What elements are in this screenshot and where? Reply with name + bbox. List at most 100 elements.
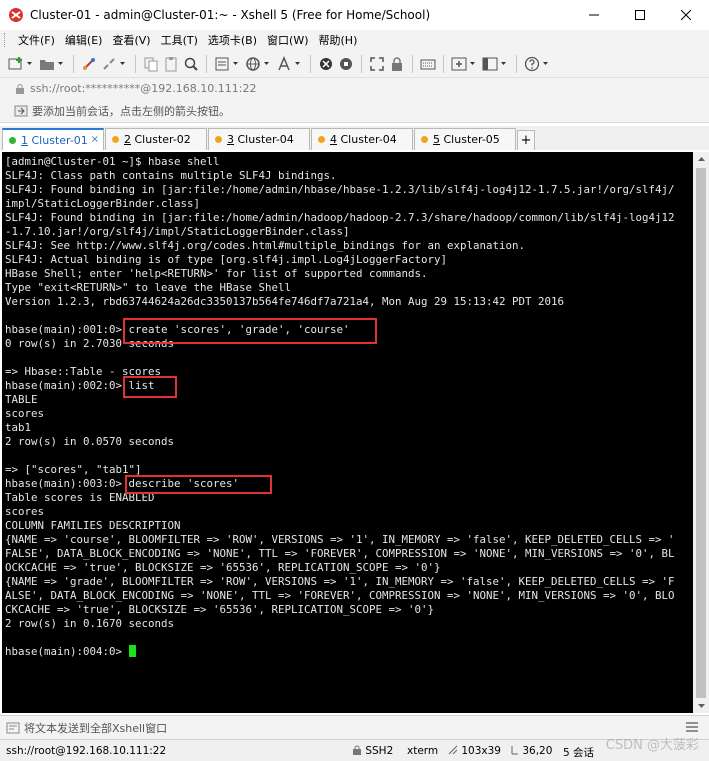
globe-dropdown[interactable] [263, 55, 270, 73]
menu-view[interactable]: 查看(V) [107, 32, 155, 48]
tab-cluster-05[interactable]: 5 Cluster-05 [414, 128, 516, 150]
minimize-icon [589, 14, 599, 16]
reconnect-button[interactable] [80, 55, 98, 73]
new-session-button[interactable] [7, 55, 25, 73]
toolbar-separator [443, 54, 444, 73]
properties-dropdown[interactable] [232, 55, 239, 73]
session-hint-text: 要添加当前会话，点击左侧的箭头按钮。 [32, 104, 230, 118]
menu-edit[interactable]: 编辑(E) [60, 32, 108, 48]
terminal-line: 2 row(s) in 0.0570 seconds [5, 435, 175, 448]
new-tab-button[interactable] [450, 55, 468, 73]
layout-button[interactable] [481, 55, 499, 73]
layout-dropdown[interactable] [500, 55, 507, 73]
properties-button[interactable] [213, 55, 231, 73]
terminal-line: OCKCACHE => 'true', BLOCKSIZE => '65536'… [5, 561, 441, 574]
tab-cluster-01[interactable]: 1 Cluster-01 × [2, 128, 104, 150]
lock-icon [16, 83, 24, 94]
open-button[interactable] [38, 55, 56, 73]
scroll-down-button[interactable] [693, 699, 709, 713]
new-session-dropdown[interactable] [26, 55, 33, 73]
status-dot-icon [215, 136, 222, 143]
disconnect-dropdown[interactable] [119, 55, 126, 73]
disconnect-button[interactable] [100, 55, 118, 73]
search-icon [184, 57, 198, 71]
toolbar-separator [310, 54, 311, 73]
font-button[interactable] [275, 55, 293, 73]
xshell-logo-icon [9, 8, 23, 22]
menu-file[interactable]: 文件(F) [13, 32, 60, 48]
terminal-line: tab1 [5, 421, 32, 434]
status-protocol: SSH2 [352, 745, 393, 757]
session-hint-bar: 要添加当前会话，点击左侧的箭头按钮。 [0, 99, 709, 123]
help-icon [524, 56, 540, 71]
new-tab-dropdown[interactable] [469, 55, 476, 73]
help-dropdown[interactable] [542, 55, 549, 73]
layout-icon [482, 57, 498, 70]
terminal-output[interactable]: [admin@Cluster-01 ~]$ hbase shell SLF4J: … [2, 152, 693, 713]
chevron-down-icon [295, 62, 300, 65]
tab-number: 1 [21, 133, 28, 147]
toolbar-separator [206, 54, 207, 73]
paste-button[interactable] [162, 55, 180, 73]
help-button[interactable] [523, 55, 541, 73]
toolbar-separator [135, 54, 136, 73]
terminal-line: scores [5, 505, 45, 518]
terminal-line: Version 1.2.3, rbd63744624a26dc3350137b5… [5, 295, 565, 308]
menu-bar: 文件(F) 编辑(E) 查看(V) 工具(T) 选项卡(B) 窗口(W) 帮助(… [0, 30, 709, 50]
close-button[interactable] [663, 0, 709, 30]
status-sessions: 5 会话 [563, 747, 595, 759]
menu-tools[interactable]: 工具(T) [156, 32, 203, 48]
terminal-line: {NAME => 'course', BLOOMFILTER => 'ROW',… [5, 533, 675, 546]
chevron-down-icon [264, 62, 269, 65]
highlight-list-command [123, 376, 177, 398]
terminal-line: -1.7.10.jar!/org/slf4j/impl/StaticLogger… [5, 225, 350, 238]
address-bar[interactable]: ssh://root:**********@192.168.10.111:22 [0, 77, 709, 99]
maximize-button[interactable] [617, 0, 663, 30]
resize-icon [448, 745, 458, 755]
fullscreen-button[interactable] [368, 55, 386, 73]
cursor-position-icon [511, 746, 518, 755]
lock-button[interactable] [388, 55, 406, 73]
hamburger-menu-icon[interactable] [685, 721, 699, 733]
watermark: CSDN @大菠彩 [605, 738, 699, 753]
tab-cluster-02[interactable]: 2 Cluster-02 [105, 128, 207, 150]
status-dot-icon [318, 136, 325, 143]
script-button[interactable] [337, 55, 355, 73]
add-tab-button[interactable]: + [517, 130, 535, 150]
terminal-line: 2 row(s) in 0.1670 seconds [5, 617, 175, 630]
menu-tab[interactable]: 选项卡(B) [203, 32, 262, 48]
globe-button[interactable] [244, 55, 262, 73]
scroll-up-button[interactable] [693, 152, 709, 166]
window-title: Cluster-01 - admin@Cluster-01:~ - Xshell… [30, 8, 431, 22]
font-dropdown[interactable] [294, 55, 301, 73]
terminal-line: SLF4J: Class path contains multiple SLF4… [5, 169, 337, 182]
toolbar-separator [412, 54, 413, 73]
tab-cluster-04-b[interactable]: 4 Cluster-04 [311, 128, 413, 150]
close-icon [681, 10, 691, 20]
menu-help[interactable]: 帮助(H) [314, 32, 363, 48]
terminal-scrollbar[interactable] [693, 152, 709, 713]
compose-bar[interactable]: 将文本发送到全部Xshell窗口 [0, 715, 709, 739]
scrollbar-thumb[interactable] [696, 168, 706, 698]
menu-window[interactable]: 窗口(W) [262, 32, 313, 48]
tab-name: Cluster-05 [443, 133, 500, 146]
bookmark-arrow-icon[interactable] [14, 104, 28, 118]
copy-icon [144, 57, 158, 71]
address-text: ssh://root:**********@192.168.10.111:22 [30, 82, 257, 95]
status-bar: ssh://root@192.168.10.111:22 SSH2 xterm … [0, 739, 709, 761]
find-button[interactable] [182, 55, 200, 73]
xftp-button[interactable] [317, 55, 335, 73]
copy-button[interactable] [142, 55, 160, 73]
chevron-down-icon [58, 62, 63, 65]
tab-cluster-04[interactable]: 3 Cluster-04 [208, 128, 310, 150]
terminal-line: impl/StaticLoggerBinder.class] [5, 197, 201, 210]
status-cursor-position: 36,20 [510, 745, 552, 757]
tab-close-icon[interactable]: × [91, 134, 99, 145]
open-dropdown[interactable] [57, 55, 64, 73]
terminal-line: SLF4J: Actual binding is of type [org.sl… [5, 253, 448, 266]
paste-icon [165, 56, 177, 71]
minimize-button[interactable] [571, 0, 617, 30]
add-tab-icon [451, 57, 467, 70]
keyboard-button[interactable] [419, 55, 437, 73]
title-bar: Cluster-01 - admin@Cluster-01:~ - Xshell… [0, 0, 709, 30]
